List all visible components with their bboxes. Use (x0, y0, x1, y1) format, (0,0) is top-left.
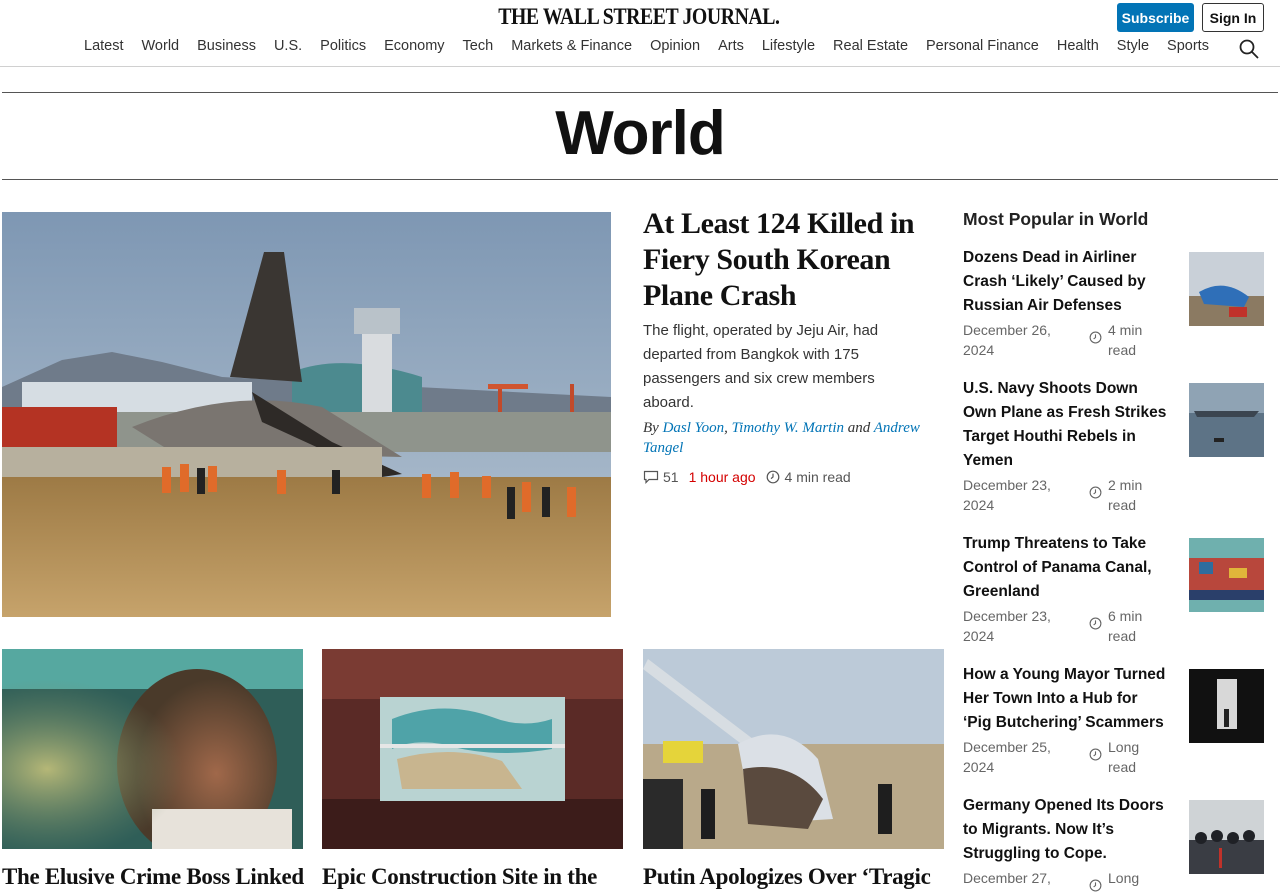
byline: By Dasl Yoon, Timothy W. Martin and Andr… (643, 418, 923, 458)
nav-item-markets-finance[interactable]: Markets & Finance (511, 38, 632, 54)
lead-meta: 51 1 hour ago 4 min read (643, 469, 851, 485)
author-link-2[interactable]: Timothy W. Martin (732, 420, 844, 436)
nav-item-real-estate[interactable]: Real Estate (833, 38, 908, 54)
popular-headline[interactable]: Dozens Dead in Airliner Crash ‘Likely’ C… (963, 246, 1169, 318)
popular-date: December 25, 2024 (963, 739, 1051, 775)
most-popular-title: Most Popular in World (963, 209, 1149, 229)
nav-item-arts[interactable]: Arts (718, 38, 744, 54)
popular-read-label: Long read (1108, 739, 1140, 775)
section-rule-bottom (2, 179, 1278, 180)
nav-item-sports[interactable]: Sports (1167, 38, 1209, 54)
popular-headline[interactable]: Trump Threatens to Take Control of Panam… (963, 532, 1169, 604)
clock-icon (1089, 486, 1102, 499)
clock-icon (1089, 617, 1102, 630)
nav-item-tech[interactable]: Tech (463, 38, 494, 54)
timestamp: 1 hour ago (688, 469, 756, 485)
search-icon[interactable] (1238, 38, 1260, 60)
byline-and: and (847, 420, 871, 436)
nav-item-opinion[interactable]: Opinion (650, 38, 700, 54)
popular-headline[interactable]: U.S. Navy Shoots Down Own Plane as Fresh… (963, 377, 1169, 473)
popular-thumbnail[interactable] (1189, 252, 1264, 326)
popular-date: December 23, 2024 (963, 608, 1051, 644)
card-headline-3[interactable]: Putin Apologizes Over ‘Tragic (643, 864, 931, 890)
byline-separator: , (724, 420, 728, 436)
comment-icon[interactable] (643, 470, 659, 484)
popular-date: December 27, (963, 870, 1051, 886)
nav-item-personal-finance[interactable]: Personal Finance (926, 38, 1039, 54)
read-time-label: 4 min read (784, 469, 851, 485)
section-nav: Latest World Business U.S. Politics Econ… (84, 38, 1227, 54)
popular-read-time: Long (1089, 868, 1159, 892)
popular-read-time: Long read (1089, 737, 1159, 777)
nav-item-politics[interactable]: Politics (320, 38, 366, 54)
popular-item-1[interactable]: Dozens Dead in Airliner Crash ‘Likely’ C… (963, 246, 1273, 362)
clock-icon (1089, 748, 1102, 761)
comment-count[interactable]: 51 (663, 469, 679, 485)
popular-date: December 23, 2024 (963, 477, 1051, 513)
popular-thumbnail[interactable] (1189, 383, 1264, 457)
popular-item-4[interactable]: How a Young Mayor Turned Her Town Into a… (963, 663, 1273, 779)
lead-story-image[interactable] (2, 212, 611, 617)
popular-item-2[interactable]: U.S. Navy Shoots Down Own Plane as Fresh… (963, 377, 1273, 517)
read-time: 4 min read (766, 469, 851, 485)
lead-summary: The flight, operated by Jeju Air, had de… (643, 322, 879, 411)
author-link-1[interactable]: Dasl Yoon (663, 420, 725, 436)
popular-item-5[interactable]: Germany Opened Its Doors to Migrants. No… (963, 794, 1273, 894)
wsj-logo[interactable]: THE WALL STREET JOURNAL. (88, 4, 1189, 30)
popular-headline[interactable]: How a Young Mayor Turned Her Town Into a… (963, 663, 1169, 735)
card-headline-1[interactable]: The Elusive Crime Boss Linked (2, 864, 304, 890)
header-divider (0, 66, 1280, 67)
popular-date: December 26, 2024 (963, 322, 1051, 358)
nav-item-economy[interactable]: Economy (384, 38, 444, 54)
nav-item-world[interactable]: World (142, 38, 180, 54)
popular-read-label: 6 min read (1108, 608, 1143, 644)
popular-read-time: 6 min read (1089, 606, 1159, 646)
nav-item-style[interactable]: Style (1117, 38, 1149, 54)
card-image-2[interactable] (322, 649, 623, 849)
popular-headline[interactable]: Germany Opened Its Doors to Migrants. No… (963, 794, 1169, 866)
popular-read-label: Long (1108, 870, 1140, 886)
card-image-3[interactable] (643, 649, 944, 849)
clock-icon (766, 470, 779, 484)
nav-item-latest[interactable]: Latest (84, 38, 124, 54)
nav-item-health[interactable]: Health (1057, 38, 1099, 54)
popular-meta: December 23, 2024 2 min read (963, 473, 1273, 517)
clock-icon (1089, 879, 1102, 892)
popular-thumbnail[interactable] (1189, 669, 1264, 743)
popular-read-label: 4 min read (1108, 322, 1143, 358)
sign-in-button[interactable]: Sign In (1202, 3, 1264, 32)
section-rule-top (2, 92, 1278, 93)
popular-item-3[interactable]: Trump Threatens to Take Control of Panam… (963, 532, 1273, 648)
nav-item-us[interactable]: U.S. (274, 38, 302, 54)
clock-icon (1089, 331, 1102, 344)
byline-prefix: By (643, 420, 659, 436)
nav-item-lifestyle[interactable]: Lifestyle (762, 38, 815, 54)
popular-read-label: 2 min read (1108, 477, 1143, 513)
nav-item-business[interactable]: Business (197, 38, 256, 54)
card-image-1[interactable] (2, 649, 303, 849)
popular-read-time: 2 min read (1089, 475, 1159, 515)
popular-thumbnail[interactable] (1189, 800, 1264, 874)
lead-headline[interactable]: At Least 124 Killed in Fiery South Korea… (643, 206, 933, 314)
popular-read-time: 4 min read (1089, 320, 1159, 360)
subscribe-button[interactable]: Subscribe (1117, 3, 1194, 32)
card-headline-2[interactable]: Epic Construction Site in the (322, 864, 597, 890)
popular-thumbnail[interactable] (1189, 538, 1264, 612)
page-title: World (555, 99, 726, 168)
